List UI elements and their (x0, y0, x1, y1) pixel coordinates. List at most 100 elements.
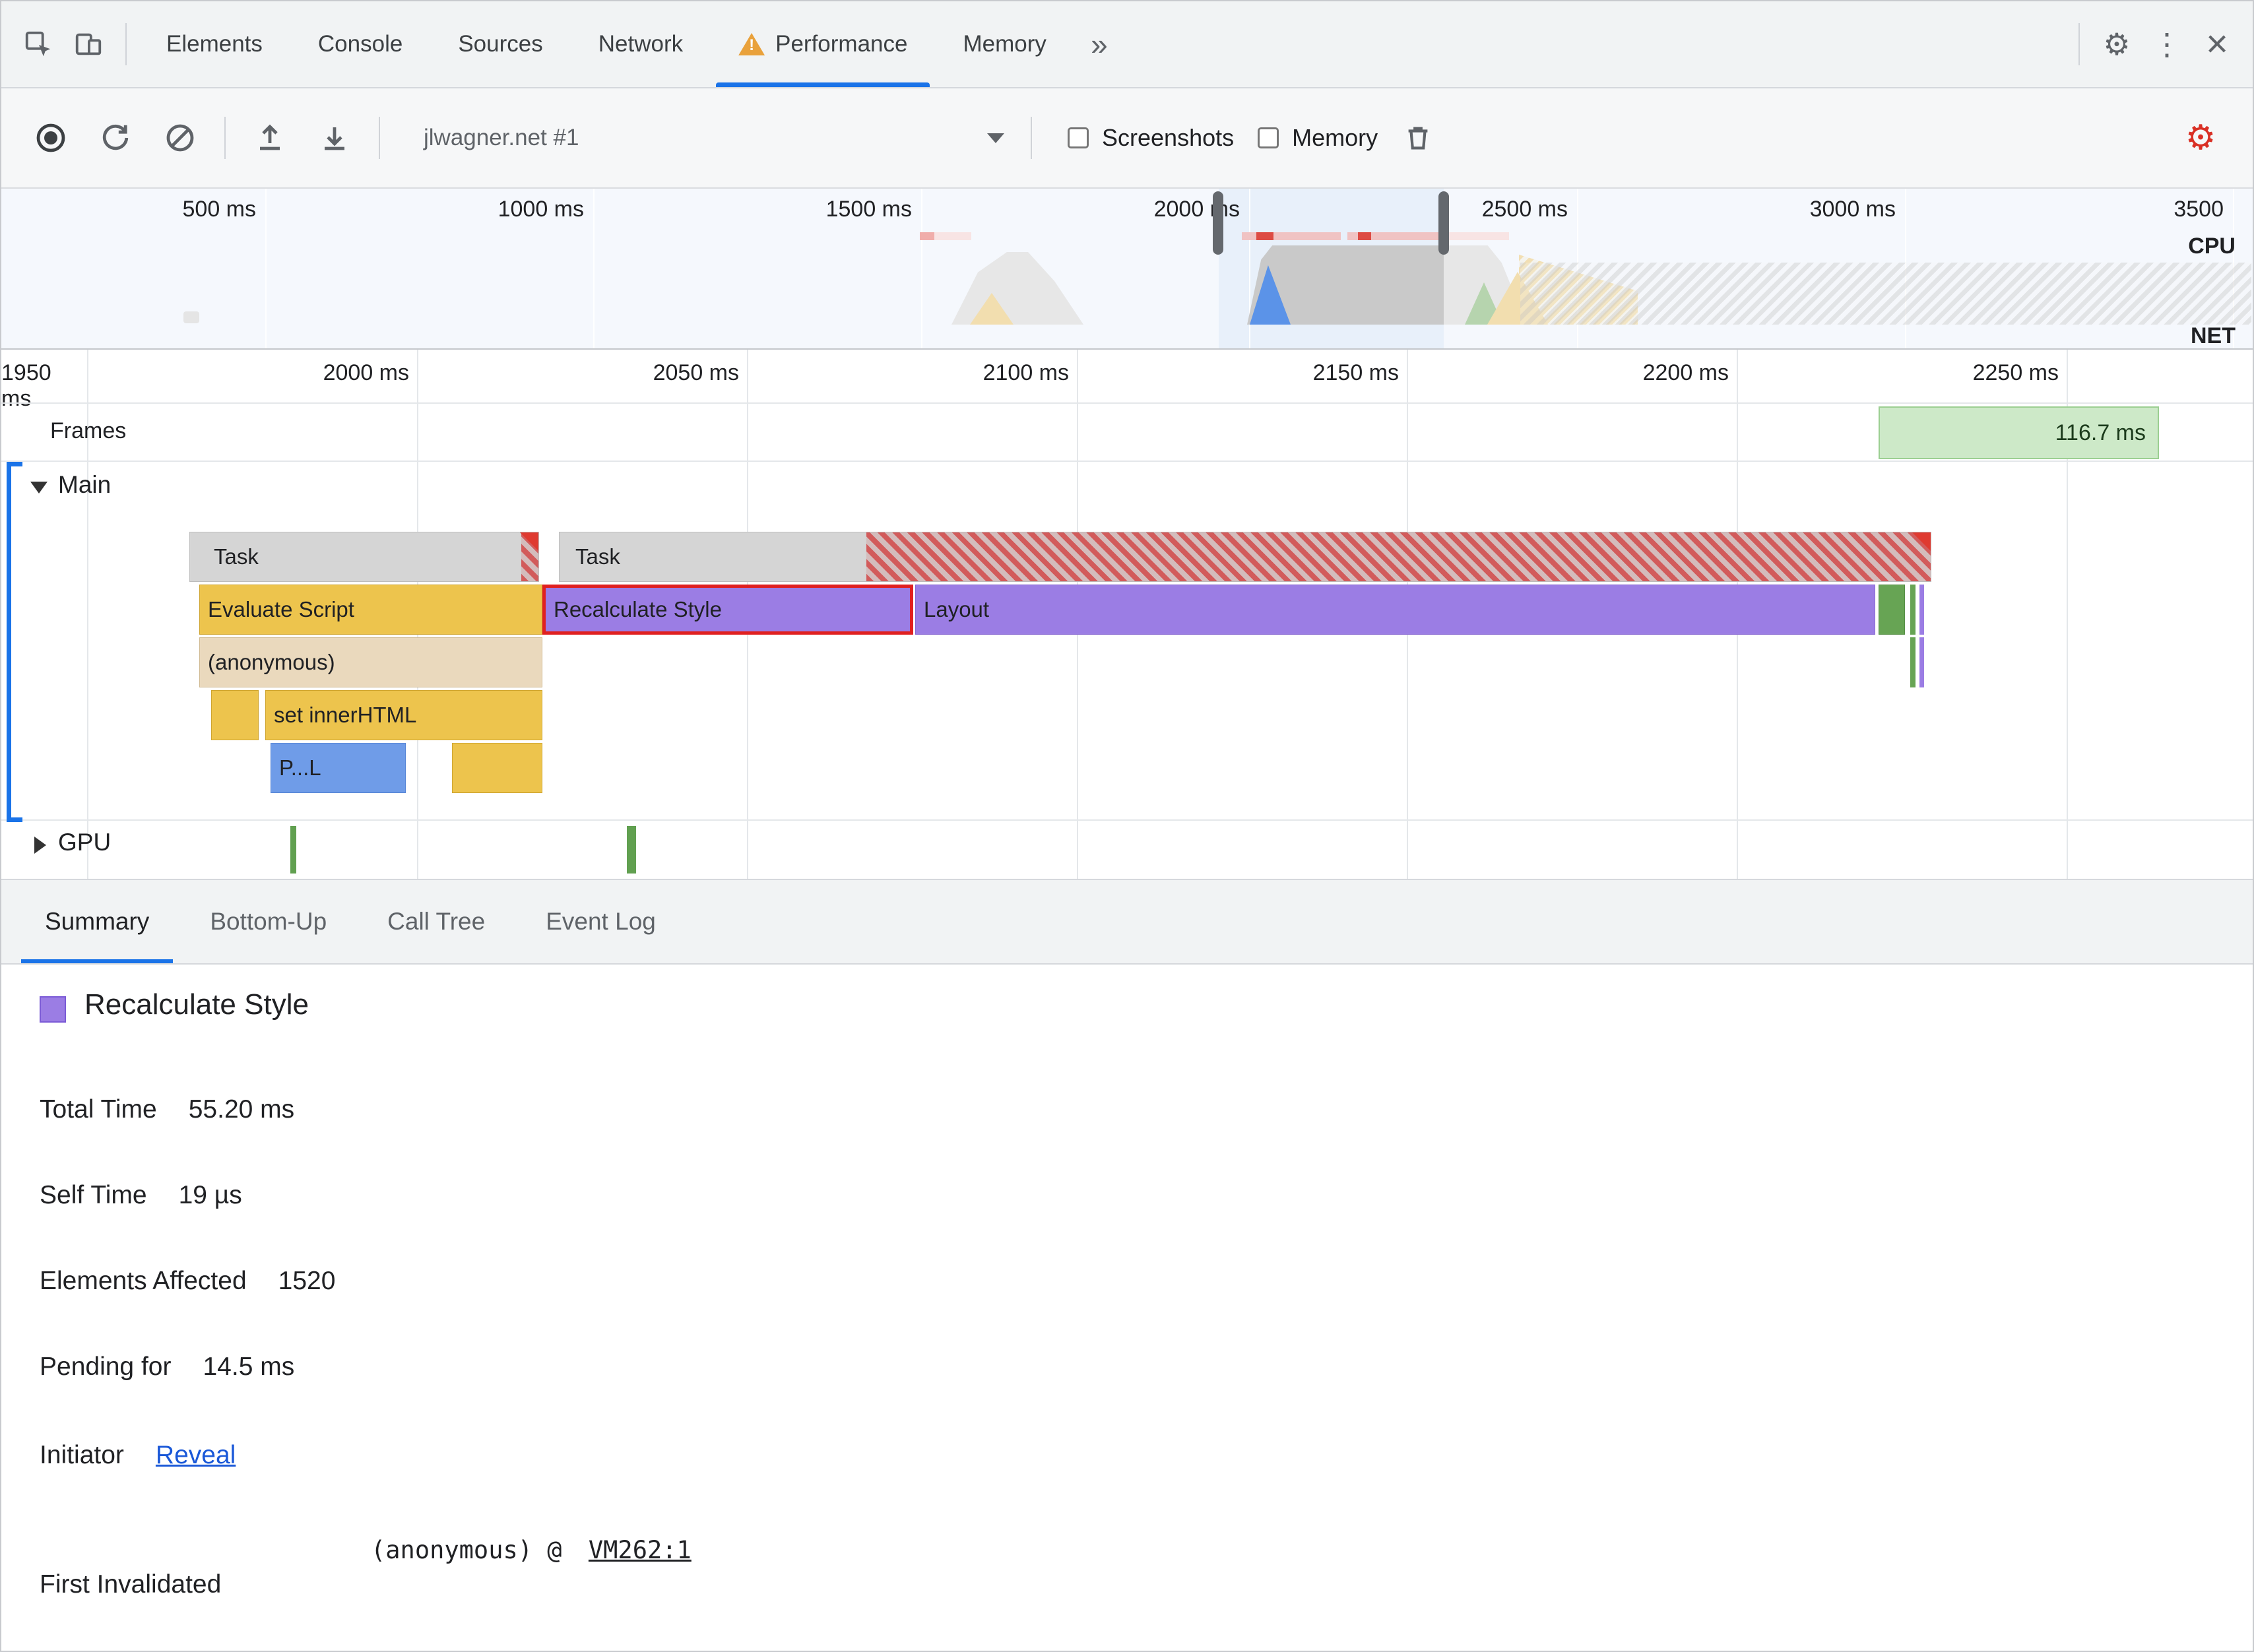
event-bar-script-small[interactable] (211, 690, 259, 740)
memory-label: Memory (1292, 124, 1378, 151)
tab-event-log[interactable]: Event Log (515, 880, 686, 963)
long-task-tick (1358, 232, 1371, 240)
more-tabs-icon[interactable]: » (1074, 1, 1124, 87)
ruler-tick: 2200 ms (1642, 360, 1729, 385)
clear-recording-icon[interactable] (157, 88, 203, 187)
screenshots-toggle[interactable]: Screenshots (1068, 124, 1234, 152)
event-label: set innerHTML (274, 703, 417, 727)
long-task-hatch (866, 532, 1931, 581)
event-label: P...L (279, 755, 321, 780)
performance-toolbar: jlwagner.net #1 Screenshots Memory ⚙ (1, 88, 2253, 189)
kebab-menu-icon[interactable]: ⋮ (2142, 1, 2192, 87)
tab-elements[interactable]: Elements (139, 1, 290, 87)
profile-name: jlwagner.net #1 (424, 125, 579, 150)
event-bar-paint[interactable] (1879, 585, 1905, 635)
tab-label: Performance (775, 31, 908, 57)
tab-call-tree[interactable]: Call Tree (357, 880, 515, 963)
event-bar-evaluate-script[interactable]: Evaluate Script (199, 585, 542, 635)
event-sliver[interactable] (1919, 585, 1924, 635)
tab-label: Summary (45, 908, 150, 935)
first-invalidated-prefix: (anonymous) @ (371, 1536, 562, 1564)
upload-profile-icon[interactable] (247, 88, 293, 187)
first-invalidated-label: First Invalidated (40, 1570, 222, 1599)
event-sliver[interactable] (1910, 637, 1916, 687)
collapse-main-icon[interactable] (30, 482, 48, 493)
first-invalidated-source-link[interactable]: VM262:1 (589, 1536, 692, 1564)
initiator-reveal-link[interactable]: Reveal (156, 1441, 236, 1470)
main-track-selection-bracket (7, 462, 11, 822)
tab-console[interactable]: Console (290, 1, 430, 87)
summary-pane: Recalculate Style Total Time 55.20 ms Se… (1, 965, 2253, 1651)
device-toolbar-icon[interactable] (63, 1, 113, 87)
trash-icon[interactable] (1395, 88, 1441, 187)
summary-row-pending-for: Pending for 14.5 ms (40, 1352, 294, 1382)
event-sliver[interactable] (1910, 585, 1916, 635)
frame-duration-bar[interactable]: 116.7 ms (1879, 406, 2159, 459)
event-bar-anonymous[interactable]: (anonymous) (199, 637, 542, 687)
event-bar-script-small[interactable] (452, 743, 542, 793)
memory-checkbox[interactable] (1258, 127, 1279, 148)
overview-tick: 1000 ms (498, 197, 584, 222)
gpu-activity-bar[interactable] (290, 826, 296, 874)
event-bar-task[interactable]: Task (189, 532, 539, 582)
ruler-tick: 2050 ms (653, 360, 739, 385)
tab-label: Network (598, 31, 684, 57)
tab-network[interactable]: Network (571, 1, 711, 87)
record-button[interactable] (28, 88, 74, 187)
summary-row-total-time: Total Time 55.20 ms (40, 1095, 294, 1124)
summary-row-initiator: Initiator Reveal (40, 1441, 236, 1470)
main-track-selection-bracket (7, 462, 22, 466)
selection-left-handle[interactable] (1213, 191, 1223, 255)
summary-row-value: 14.5 ms (203, 1352, 295, 1381)
timeline-overview[interactable]: 500 ms 1000 ms 1500 ms 2000 ms 2500 ms 3… (1, 189, 2253, 350)
screenshots-checkbox[interactable] (1068, 127, 1089, 148)
details-tabbar: Summary Bottom-Up Call Tree Event Log (1, 879, 2253, 965)
main-track-label[interactable]: Main (58, 471, 111, 499)
summary-row-label: Elements Affected (40, 1267, 247, 1295)
devtools-tabbar: Elements Console Sources Network ! Perfo… (1, 1, 2253, 88)
ruler-tick: 2150 ms (1312, 360, 1399, 385)
ruler-tick: 1950 ms (1, 360, 51, 411)
event-label: Task (575, 544, 620, 569)
expand-gpu-icon[interactable] (34, 837, 46, 854)
ruler-tick: 2100 ms (982, 360, 1069, 385)
inspect-element-icon[interactable] (13, 1, 63, 87)
memory-toggle[interactable]: Memory (1258, 124, 1378, 152)
divider (224, 117, 226, 159)
settings-gear-icon[interactable]: ⚙ (2092, 1, 2142, 87)
warning-icon: ! (738, 33, 765, 55)
tab-sources[interactable]: Sources (430, 1, 570, 87)
event-sliver[interactable] (1919, 637, 1924, 687)
selection-right-handle[interactable] (1438, 191, 1449, 255)
gpu-activity-bar[interactable] (627, 826, 636, 874)
active-tab-underline (716, 82, 930, 87)
screenshots-label: Screenshots (1102, 124, 1235, 151)
capture-settings-gear-icon[interactable]: ⚙ (2177, 88, 2224, 187)
tab-summary[interactable]: Summary (15, 880, 179, 963)
long-task-corner-icon (520, 532, 538, 551)
devtools-window: Elements Console Sources Network ! Perfo… (0, 0, 2254, 1652)
event-bar-task[interactable]: Task (559, 532, 1931, 582)
overview-tick: 3000 ms (1809, 197, 1896, 222)
close-icon[interactable]: × (2192, 1, 2242, 87)
event-bar-parse-html[interactable]: P...L (271, 743, 406, 793)
tab-bottom-up[interactable]: Bottom-Up (179, 880, 357, 963)
event-bar-recalculate-style-selected[interactable]: Recalculate Style (542, 585, 913, 635)
frame-duration-label: 116.7 ms (2055, 420, 2146, 445)
reload-record-button[interactable] (92, 88, 139, 187)
overview-tick: 1500 ms (825, 197, 912, 222)
gpu-track-label[interactable]: GPU (58, 829, 111, 856)
divider (2078, 23, 2080, 65)
tab-label: Sources (458, 31, 543, 57)
profile-select[interactable]: jlwagner.net #1 (409, 125, 1019, 151)
tab-label: Call Tree (387, 908, 486, 935)
download-profile-icon[interactable] (311, 88, 358, 187)
tab-memory[interactable]: Memory (935, 1, 1074, 87)
tab-performance[interactable]: ! Performance (711, 1, 935, 87)
divider (125, 23, 127, 65)
event-bar-set-innerhtml[interactable]: set innerHTML (265, 690, 542, 740)
event-label: (anonymous) (208, 650, 335, 674)
flame-chart[interactable]: 1950 ms 2000 ms 2050 ms 2100 ms 2150 ms … (1, 350, 2253, 879)
event-bar-layout[interactable]: Layout (915, 585, 1875, 635)
event-label: Layout (924, 597, 990, 621)
